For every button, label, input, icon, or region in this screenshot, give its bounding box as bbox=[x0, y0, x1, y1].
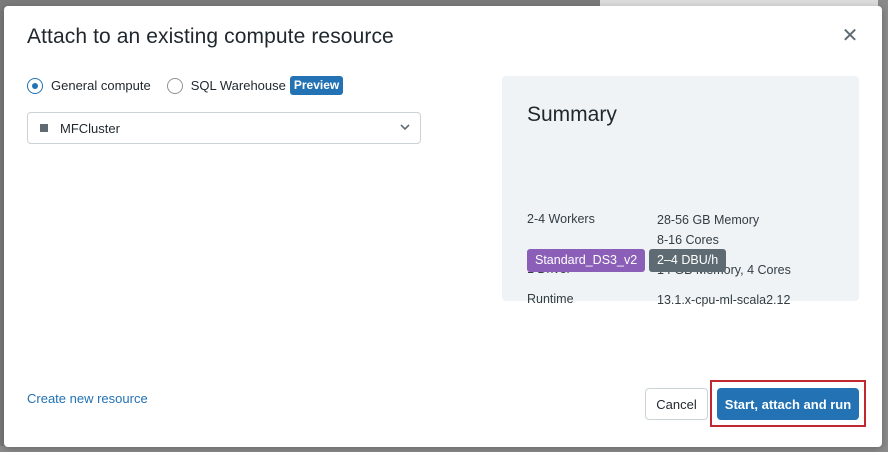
runtime-value: 13.1.x-cpu-ml-scala2.12 bbox=[657, 293, 791, 307]
close-icon[interactable]: ✕ bbox=[840, 26, 860, 46]
workers-memory: 28-56 GB Memory bbox=[657, 213, 760, 227]
node-type-tag: Standard_DS3_v2 bbox=[527, 249, 646, 272]
radio-label-general-compute[interactable]: General compute bbox=[51, 78, 151, 93]
compute-type-radio-group: General compute SQL Warehouse Preview bbox=[27, 76, 344, 95]
dbu-tag: 2–4 DBU/h bbox=[649, 249, 727, 272]
preview-badge: Preview bbox=[289, 76, 344, 95]
attach-compute-dialog: Attach to an existing compute resource ✕… bbox=[4, 6, 882, 447]
dialog-title: Attach to an existing compute resource bbox=[27, 25, 394, 48]
radio-sql-warehouse[interactable]: SQL Warehouse Preview bbox=[166, 76, 344, 95]
stop-icon bbox=[40, 124, 48, 132]
cancel-button[interactable]: Cancel bbox=[645, 388, 708, 420]
start-attach-run-button[interactable]: Start, attach and run bbox=[717, 388, 859, 420]
cluster-select-value: MFCluster bbox=[60, 120, 120, 136]
radio-button-general-compute[interactable] bbox=[27, 77, 43, 94]
radio-button-sql-warehouse[interactable] bbox=[166, 77, 183, 94]
summary-title: Summary bbox=[527, 103, 617, 126]
cluster-select[interactable]: MFCluster bbox=[27, 112, 421, 144]
summary-panel: Summary 2-4 Workers 28-56 GB Memory 8-16… bbox=[502, 76, 859, 307]
runtime-label: Runtime bbox=[527, 292, 574, 306]
radio-label-sql-warehouse[interactable]: SQL Warehouse bbox=[191, 78, 286, 93]
chevron-down-icon[interactable] bbox=[399, 121, 411, 133]
workers-cores: 8-16 Cores bbox=[657, 233, 719, 247]
create-new-resource-link[interactable]: Create new resource bbox=[27, 391, 148, 406]
workers-label: 2-4 Workers bbox=[527, 212, 595, 226]
radio-general-compute[interactable]: General compute bbox=[27, 77, 151, 94]
